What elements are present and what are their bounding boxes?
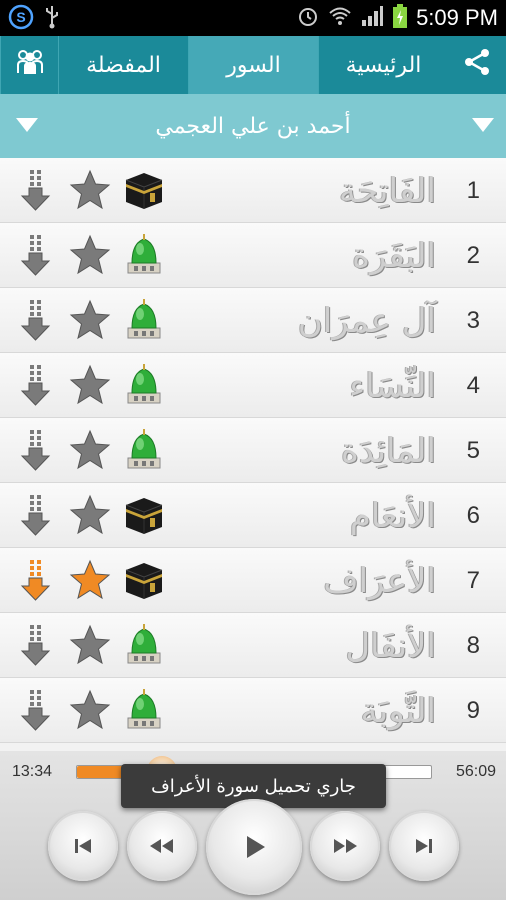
star-icon[interactable]: [68, 493, 112, 537]
mosque-icon: [122, 623, 166, 667]
people-button[interactable]: [0, 36, 58, 94]
tab-bar: المفضلة السور الرئيسية: [0, 36, 506, 94]
fast-forward-button[interactable]: [310, 811, 380, 881]
alarm-icon: [296, 4, 320, 32]
surah-name: النِّسَاء: [349, 366, 436, 406]
surah-number: 1: [466, 177, 480, 204]
share-icon: [462, 47, 492, 83]
usb-icon: [44, 4, 60, 34]
download-icon[interactable]: [14, 493, 58, 537]
signal-icon: [360, 4, 384, 32]
elapsed-time: 13:34: [12, 763, 53, 780]
star-icon[interactable]: [68, 688, 112, 732]
skip-next-icon: [412, 834, 436, 858]
download-icon[interactable]: [14, 168, 58, 212]
star-icon[interactable]: [68, 298, 112, 342]
rewind-button[interactable]: [127, 811, 197, 881]
star-icon[interactable]: [68, 363, 112, 407]
surah-row[interactable]: 5 المَائِدَة: [0, 418, 506, 483]
surah-number: 9: [466, 697, 480, 724]
surah-name: الأعرَاف: [323, 561, 436, 601]
surah-number: 3: [466, 307, 480, 334]
surah-list: 1 الفَاتِحَة 2 البَقَرَة 3 آل عِمرَان 4 النِّسَ…: [0, 158, 506, 751]
surah-number: 6: [466, 502, 480, 529]
skip-next-button[interactable]: [389, 811, 459, 881]
surah-row[interactable]: 7 الأعرَاف: [0, 548, 506, 613]
surah-number: 2: [466, 242, 480, 269]
star-icon[interactable]: [68, 428, 112, 472]
wifi-icon: [328, 4, 352, 32]
svg-text:S: S: [16, 9, 25, 25]
surah-name: الأنعَام: [349, 496, 436, 536]
mosque-icon: [122, 298, 166, 342]
dropdown-left-icon[interactable]: [16, 118, 38, 132]
kaaba-icon: [122, 168, 166, 212]
clock: 5:09 PM: [416, 5, 498, 30]
tab-home[interactable]: الرئيسية: [318, 36, 448, 94]
surah-name: الأنفَال: [345, 626, 436, 666]
surah-name: آل عِمرَان: [297, 301, 436, 341]
surah-row[interactable]: 6 الأنعَام: [0, 483, 506, 548]
tab-favorites[interactable]: المفضلة: [58, 36, 188, 94]
surah-number: 5: [466, 437, 480, 464]
download-icon[interactable]: [14, 233, 58, 277]
mosque-icon: [122, 363, 166, 407]
status-bar: S 5:09 PM: [0, 0, 506, 36]
mosque-icon: [122, 428, 166, 472]
download-icon[interactable]: [14, 688, 58, 732]
surah-row[interactable]: 9 التَّوبَة: [0, 678, 506, 743]
battery-charging-icon: [392, 3, 408, 33]
reciter-selector[interactable]: أحمد بن علي العجمي: [0, 94, 506, 158]
skip-previous-button[interactable]: [48, 811, 118, 881]
share-button[interactable]: [448, 36, 506, 94]
audio-player: 13:34 56:09 جاري تحميل سورة الأعراف: [0, 751, 506, 900]
people-icon: [15, 47, 45, 83]
fast-forward-icon: [331, 834, 359, 858]
download-icon[interactable]: [14, 558, 58, 602]
surah-row[interactable]: 8 الأنفَال: [0, 613, 506, 678]
star-icon[interactable]: [68, 168, 112, 212]
tab-surahs[interactable]: السور: [188, 36, 318, 94]
surah-row[interactable]: 4 النِّسَاء: [0, 353, 506, 418]
surah-name: البَقَرَة: [352, 236, 436, 276]
download-icon[interactable]: [14, 428, 58, 472]
mosque-icon: [122, 233, 166, 277]
surah-number: 8: [466, 632, 480, 659]
play-icon: [238, 831, 270, 863]
dropdown-right-icon[interactable]: [472, 118, 494, 132]
star-icon[interactable]: [68, 233, 112, 277]
total-time: 56:09: [455, 763, 496, 780]
surah-name: الفَاتِحَة: [338, 171, 436, 211]
surah-number: 7: [466, 567, 480, 594]
kaaba-icon: [122, 493, 166, 537]
download-icon[interactable]: [14, 363, 58, 407]
surah-name: المَائِدَة: [341, 431, 436, 471]
download-icon[interactable]: [14, 623, 58, 667]
star-icon[interactable]: [68, 623, 112, 667]
mosque-icon: [122, 688, 166, 732]
star-icon[interactable]: [68, 558, 112, 602]
surah-number: 4: [466, 372, 480, 399]
app-s-icon: S: [8, 4, 34, 34]
surah-name: التَّوبَة: [360, 691, 436, 731]
kaaba-icon: [122, 558, 166, 602]
download-icon[interactable]: [14, 298, 58, 342]
reciter-name: أحمد بن علي العجمي: [155, 113, 351, 139]
rewind-icon: [148, 834, 176, 858]
surah-row[interactable]: 2 البَقَرَة: [0, 223, 506, 288]
surah-row[interactable]: 3 آل عِمرَان: [0, 288, 506, 353]
surah-row[interactable]: 1 الفَاتِحَة: [0, 158, 506, 223]
skip-previous-icon: [71, 834, 95, 858]
play-button[interactable]: [206, 799, 302, 895]
